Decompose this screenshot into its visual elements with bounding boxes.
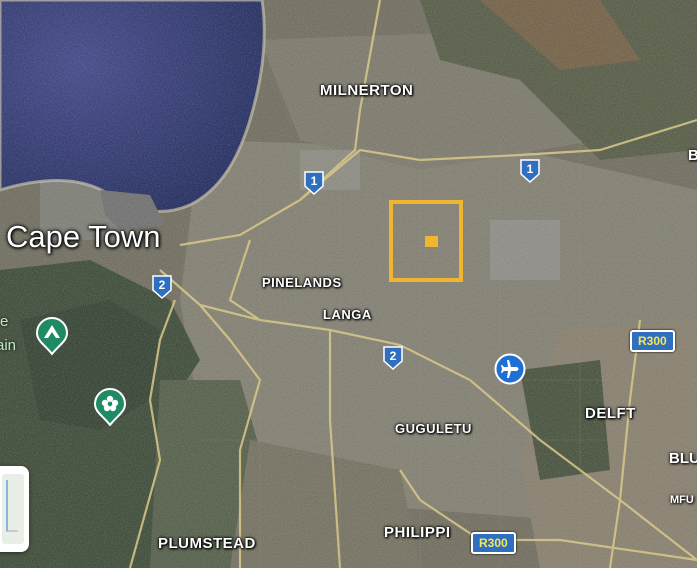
suburb-label-langa[interactable]: LANGA [323, 307, 372, 322]
route-shield-2-west[interactable]: 2 [152, 275, 172, 299]
layer-thumbnail-button[interactable] [0, 466, 29, 552]
airport-pin-icon [494, 353, 526, 385]
airport-pin[interactable] [494, 353, 526, 385]
selected-area-highlight[interactable] [389, 200, 463, 282]
satellite-map[interactable]: Cape Town MILNERTON PINELANDS LANGA GUGU… [0, 0, 697, 568]
route-shield-number: 2 [158, 278, 166, 292]
park-pin[interactable] [35, 317, 69, 355]
suburb-label-delft[interactable]: DELFT [585, 405, 636, 422]
suburb-label-milnerton[interactable]: MILNERTON [320, 82, 413, 99]
suburb-label-guguletu[interactable]: GUGULETU [395, 421, 472, 436]
layer-thumbnail-preview [2, 474, 24, 544]
route-shield-number: 1 [526, 162, 534, 176]
route-shield-number: 2 [389, 349, 397, 363]
route-shield-1-east[interactable]: 1 [520, 159, 540, 183]
suburb-label-philippi[interactable]: PHILIPPI [384, 524, 451, 541]
edge-label-green-2: ain [0, 337, 17, 354]
selected-area-center [425, 236, 438, 247]
city-label-cape-town[interactable]: Cape Town [6, 219, 161, 255]
garden-pin[interactable] [93, 388, 127, 426]
route-shield-1-west[interactable]: 1 [304, 171, 324, 195]
edge-label-mfu: MFU [670, 494, 694, 506]
park-pin-icon [35, 317, 69, 355]
edge-label-b: B [688, 147, 697, 164]
suburb-label-pinelands[interactable]: PINELANDS [262, 275, 342, 290]
suburb-label-plumstead[interactable]: PLUMSTEAD [158, 535, 256, 552]
edge-label-blu: BLU [669, 450, 697, 467]
route-badge-r300-south[interactable]: R300 [471, 532, 516, 554]
route-badge-r300-north[interactable]: R300 [630, 330, 675, 352]
route-shield-number: 1 [310, 174, 318, 188]
edge-label-green-1: e [0, 313, 9, 330]
garden-pin-icon [93, 388, 127, 426]
route-shield-2-east[interactable]: 2 [383, 346, 403, 370]
